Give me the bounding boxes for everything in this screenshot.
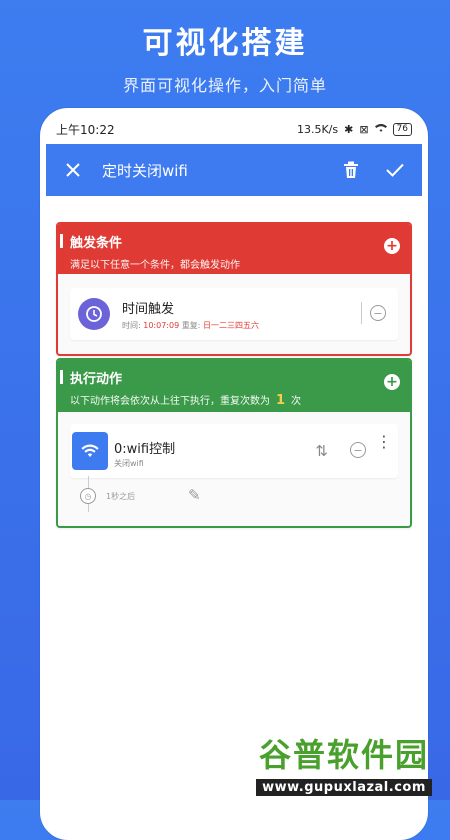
edit-pencil-icon[interactable]: ✎ [188, 486, 201, 504]
trigger-item-title: 时间触发 [122, 302, 175, 317]
trigger-card-header: 触发条件 满足以下任意一个条件，都会触发动作 + [58, 224, 410, 274]
action-item-meta: 关闭wifi [114, 459, 144, 468]
delay-row: ◷ 1秒之后 ✎ [80, 476, 398, 512]
trigger-repeat-days: 日一二三四五六 [202, 321, 259, 330]
confirm-check-icon[interactable] [382, 157, 408, 183]
action-card-header: 执行动作 以下动作将会依次从上往下执行，重复次数为 1 次 + [58, 360, 410, 412]
close-icon[interactable] [60, 157, 86, 183]
action-card-subtitle: 以下动作将会依次从上往下执行，重复次数为 1 次 [70, 392, 398, 408]
bluetooth-icon: ✱ [344, 122, 354, 136]
trigger-item[interactable]: 时间触发 时间: 10:07:09 重复: 日一二三四五六 − [70, 288, 398, 340]
delete-icon[interactable] [338, 157, 364, 183]
promo-title: 可视化搭建 [142, 26, 308, 61]
add-trigger-button[interactable]: + [384, 238, 400, 254]
trigger-card: 触发条件 满足以下任意一个条件，都会触发动作 + 时间触发 时间: 10:07:… [56, 222, 412, 356]
action-card: 执行动作 以下动作将会依次从上往下执行，重复次数为 1 次 + 0:wifi控制 关… [56, 358, 412, 528]
app-bar: 定时关闭wifi [46, 144, 422, 196]
repeat-count[interactable]: 1 [276, 393, 285, 408]
action-subtitle-text: 以下动作将会依次从上往下执行，重复次数为 [70, 396, 270, 407]
status-time: 上午10:22 [56, 122, 115, 137]
watermark-url: www.gupuxlazal.com [256, 779, 432, 796]
sort-icon[interactable]: ⇅ [315, 442, 328, 460]
item-divider [361, 302, 362, 324]
battery-icon: 76 [392, 122, 412, 136]
trigger-time: 10:07:09 [143, 321, 180, 330]
clock-icon [78, 298, 110, 330]
action-subtitle-suffix: 次 [291, 396, 302, 407]
network-speed: 13.5K/s [296, 122, 339, 136]
remove-trigger-button[interactable]: − [370, 305, 386, 321]
add-action-button[interactable]: + [384, 374, 400, 390]
promo-subtitle: 界面可视化操作，入门简单 [122, 76, 327, 95]
delay-text: 1秒之后 [106, 492, 136, 501]
trigger-card-subtitle: 满足以下任意一个条件，都会触发动作 [70, 260, 240, 271]
header-accent-bar [60, 234, 63, 248]
status-icons: 13.5K/s ✱ ⊠ 76 [296, 122, 412, 136]
action-item-title: 0:wifi控制 [114, 442, 176, 457]
repeat-label: 重复: [181, 321, 201, 330]
more-vertical-icon[interactable]: ⋮ [376, 434, 392, 450]
trigger-item-meta: 时间: 10:07:09 重复: 日一二三四五六 [122, 320, 259, 331]
action-card-title: 执行动作 [70, 372, 123, 387]
wifi-status-icon [374, 123, 387, 136]
time-label: 时间: [122, 321, 141, 330]
action-item[interactable]: 0:wifi控制 关闭wifi ⇅ − ⋮ [70, 424, 398, 478]
watermark: 谷普软件园 www.gupuxlazal.com [244, 730, 444, 796]
wifi-icon [72, 432, 108, 470]
status-bar: 上午10:22 13.5K/s ✱ ⊠ 76 [46, 114, 422, 144]
header-accent-bar [60, 370, 63, 384]
trigger-card-title: 触发条件 [70, 236, 123, 251]
delay-clock-icon: ◷ [80, 488, 96, 504]
sim-icon: ⊠ [359, 122, 369, 136]
page-title: 定时关闭wifi [102, 161, 188, 180]
watermark-logo: 谷普软件园 [258, 736, 429, 774]
remove-action-button[interactable]: − [350, 442, 366, 458]
